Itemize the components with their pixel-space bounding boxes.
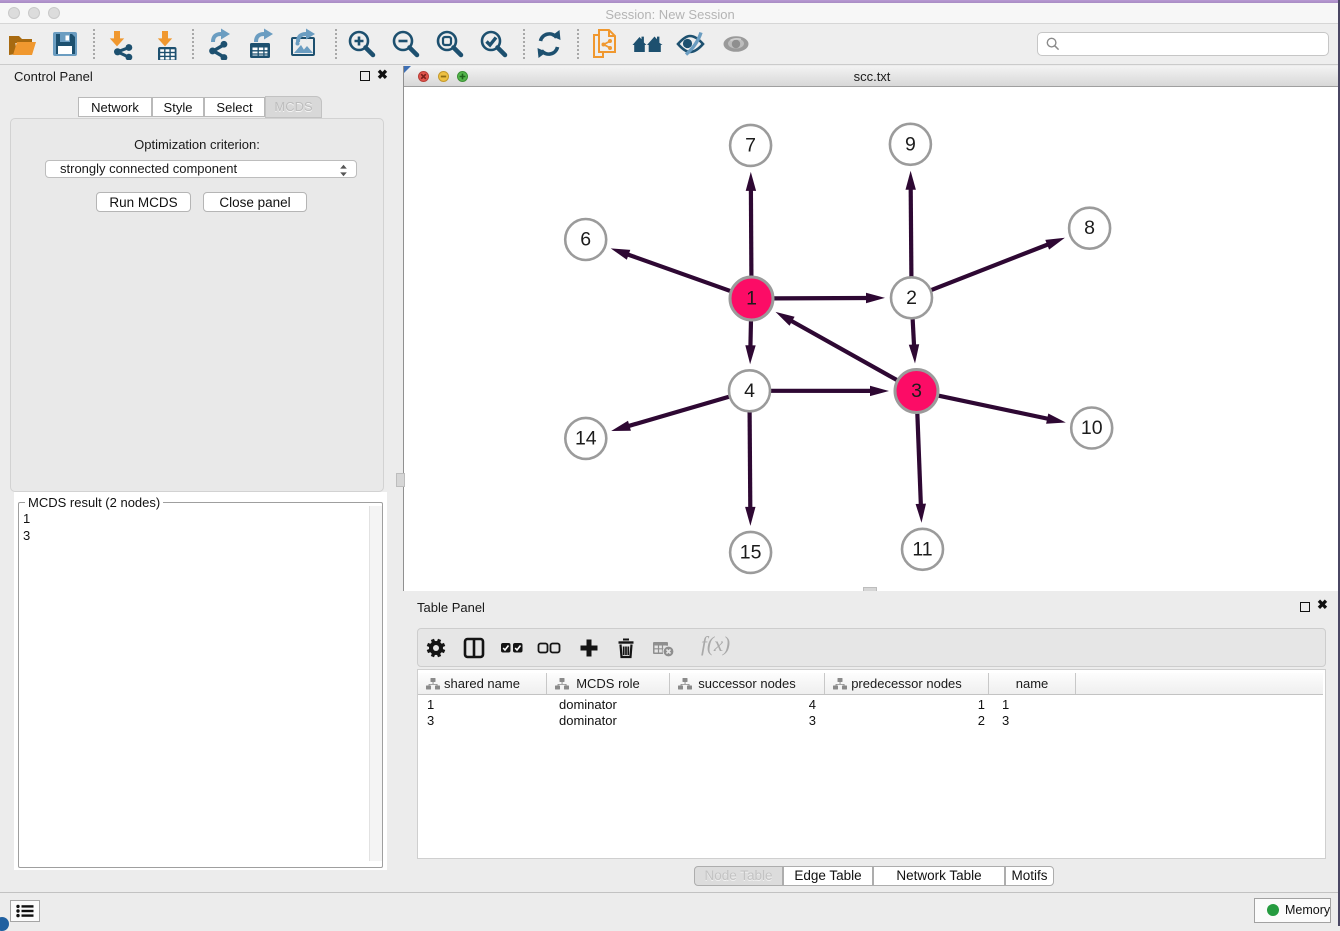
svg-text:11: 11 xyxy=(912,538,932,560)
svg-text:14: 14 xyxy=(575,427,597,449)
svg-text:8: 8 xyxy=(1084,217,1095,239)
svg-text:9: 9 xyxy=(905,133,916,155)
svg-text:6: 6 xyxy=(580,229,591,251)
svg-text:4: 4 xyxy=(744,380,755,402)
svg-text:3: 3 xyxy=(911,380,922,402)
svg-text:2: 2 xyxy=(906,287,917,309)
svg-text:7: 7 xyxy=(745,134,756,156)
svg-text:15: 15 xyxy=(740,541,762,563)
svg-text:1: 1 xyxy=(746,288,757,310)
svg-text:10: 10 xyxy=(1081,417,1103,439)
